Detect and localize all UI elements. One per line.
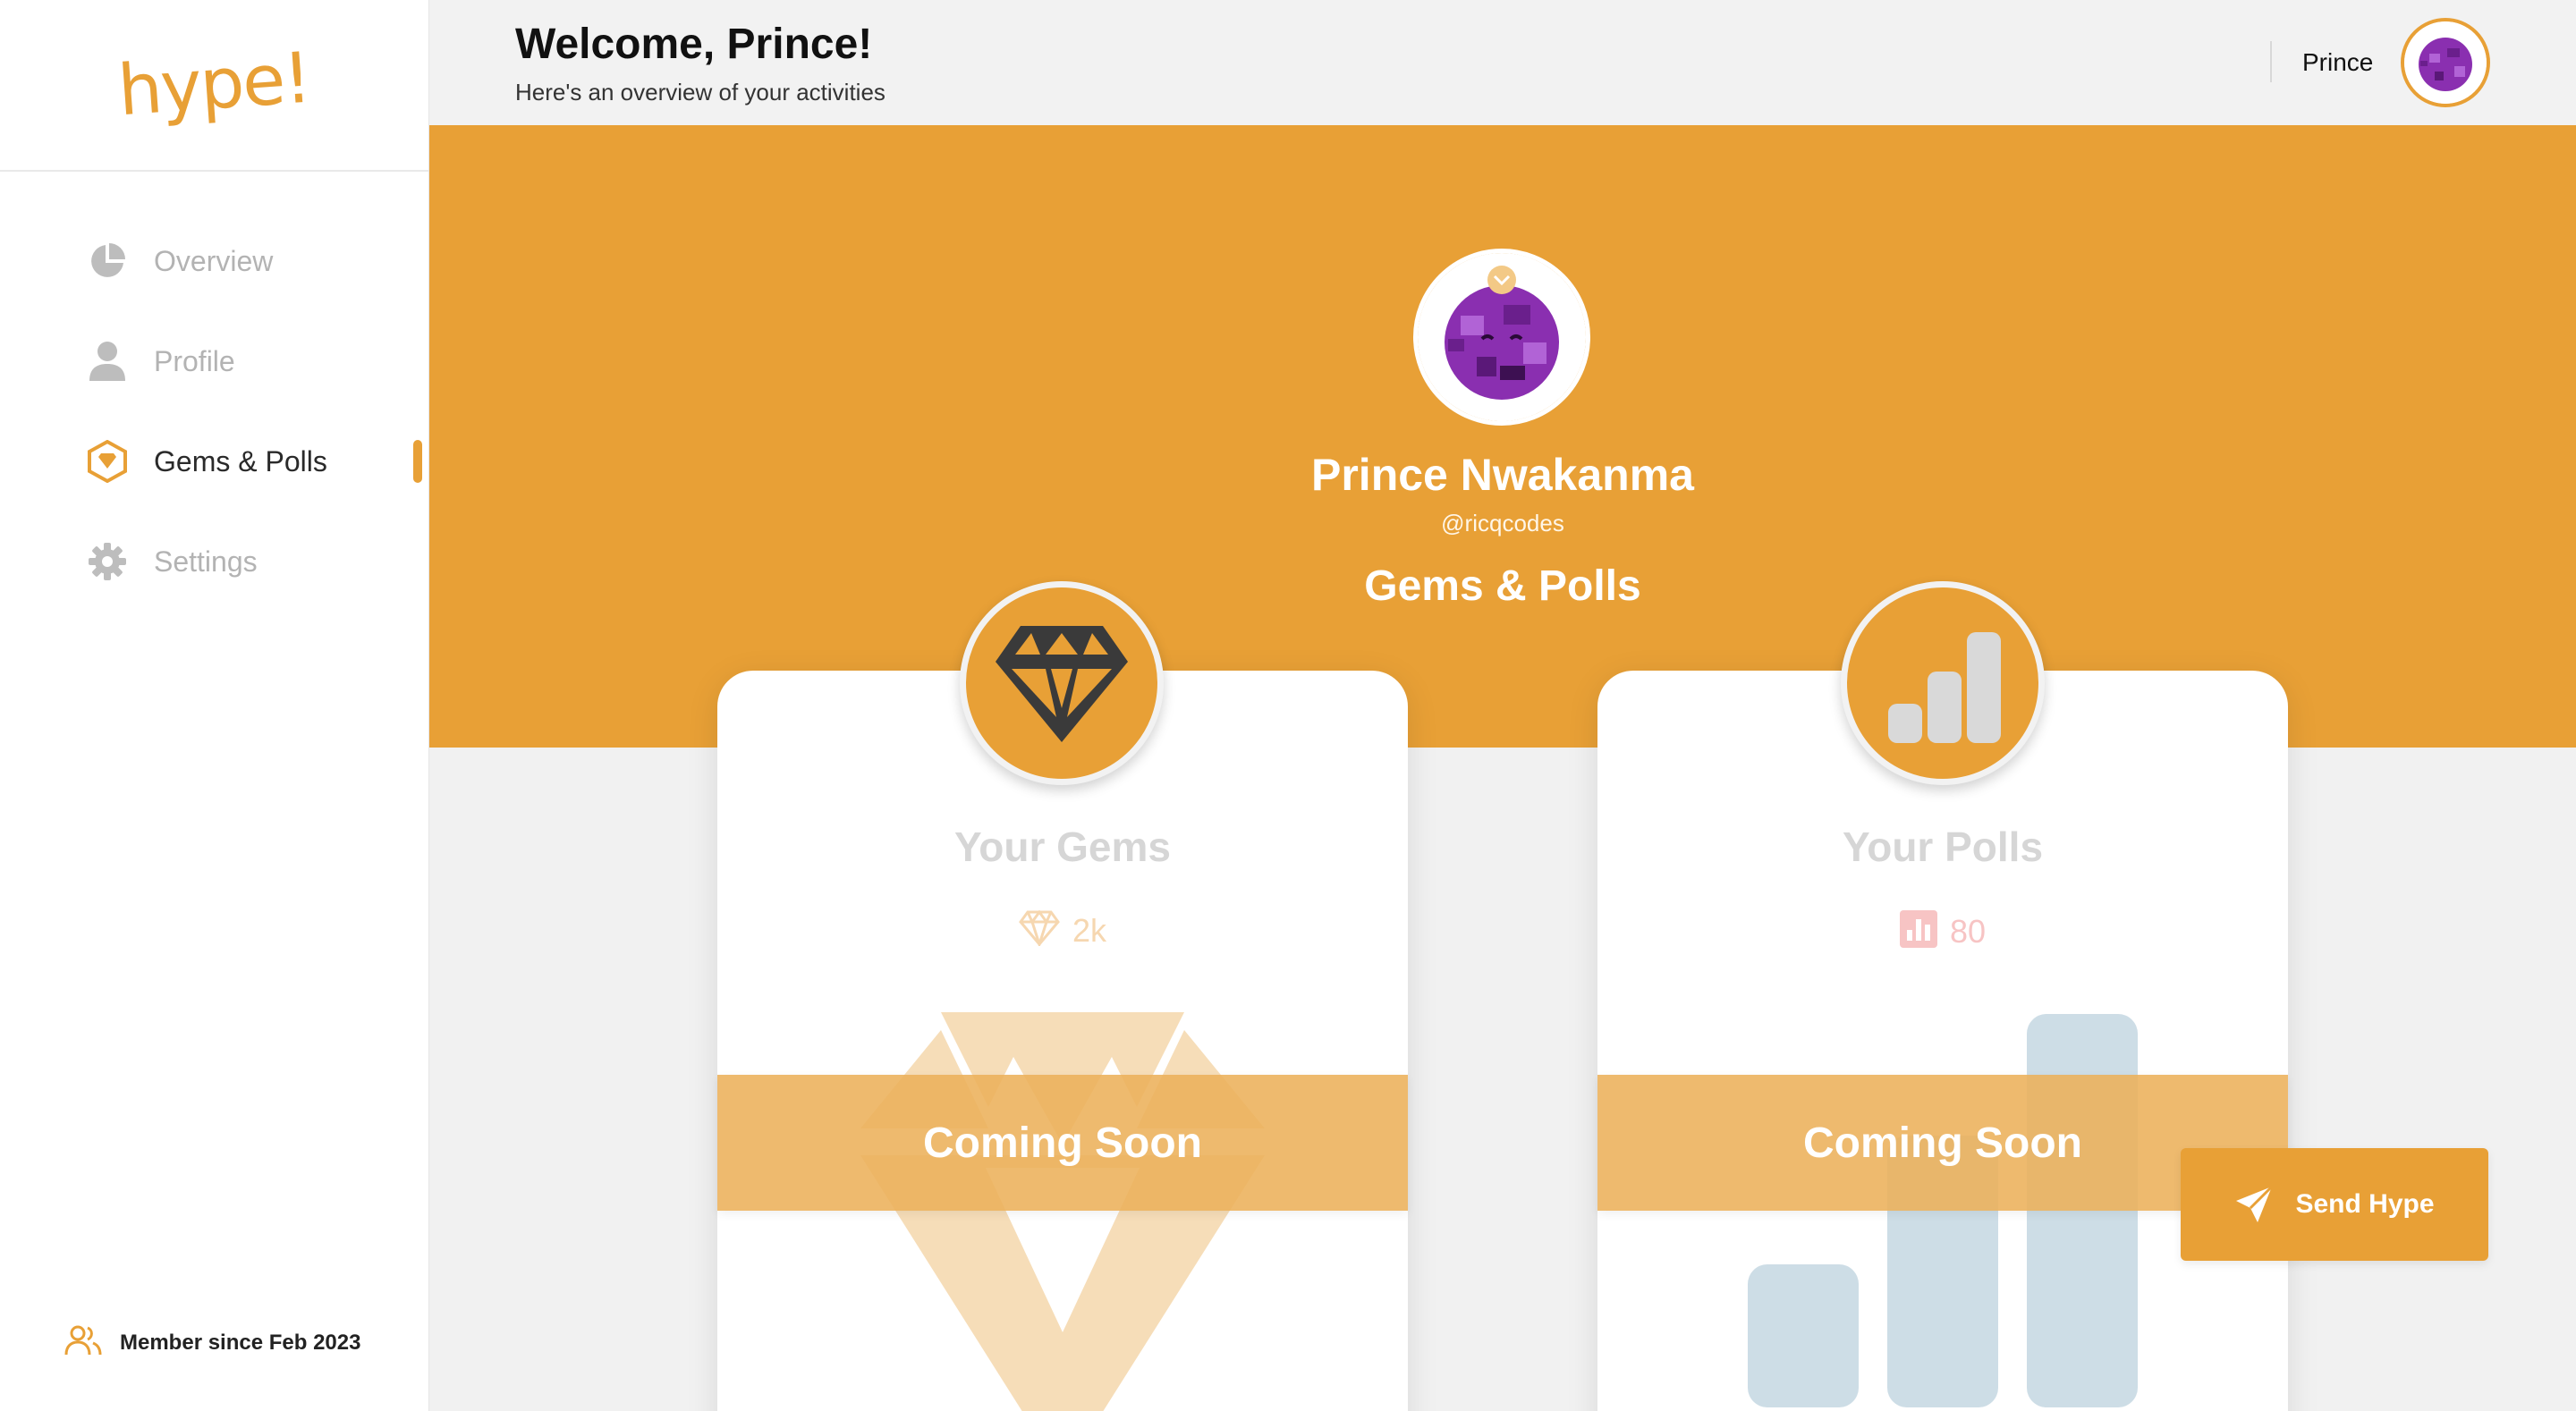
header-divider	[2270, 41, 2272, 82]
sidebar-item-label: Settings	[154, 545, 258, 578]
sidebar-item-profile[interactable]: Profile	[0, 311, 429, 411]
sidebar-item-gems-polls[interactable]: Gems & Polls	[0, 411, 429, 511]
polls-badge	[1841, 581, 2045, 785]
member-since: Member since Feb 2023	[64, 1324, 360, 1361]
header-username[interactable]: Prince	[2302, 48, 2373, 77]
avatar[interactable]	[2401, 18, 2490, 107]
send-hype-button[interactable]: Send Hype	[2181, 1148, 2488, 1261]
gems-badge	[960, 581, 1164, 785]
sidebar-nav: Overview Profile Gems & Polls Settings	[0, 211, 429, 612]
top-header: Welcome, Prince! Here's an overview of y…	[429, 0, 2576, 125]
active-indicator	[413, 440, 422, 483]
gear-icon	[86, 540, 129, 583]
send-hype-label: Send Hype	[2295, 1189, 2435, 1219]
gem-badge-icon	[86, 440, 129, 483]
users-icon	[64, 1324, 102, 1361]
pie-chart-icon	[86, 240, 129, 283]
user-icon	[86, 340, 129, 383]
gems-coming-soon-banner: Coming Soon	[717, 1075, 1408, 1211]
profile-avatar	[1413, 249, 1590, 426]
bar-chart-icon	[1888, 632, 2001, 743]
member-since-text: Member since Feb 2023	[120, 1330, 361, 1355]
diamond-icon	[996, 626, 1128, 742]
sidebar: hype! Overview Profile Gems & Polls Sett…	[0, 0, 429, 1411]
page-title: Welcome, Prince!	[515, 21, 873, 68]
profile-name: Prince Nwakanma	[1311, 450, 1694, 500]
sidebar-item-settings[interactable]: Settings	[0, 511, 429, 612]
logo[interactable]: hype!	[115, 38, 312, 132]
sidebar-item-overview[interactable]: Overview	[0, 211, 429, 311]
page-subtitle: Here's an overview of your activities	[515, 79, 886, 106]
sidebar-item-label: Profile	[154, 344, 235, 377]
logo-area: hype!	[0, 0, 428, 172]
sidebar-item-label: Overview	[154, 244, 274, 277]
profile-banner: Prince Nwakanma @ricqcodes Gems & Polls	[429, 125, 2576, 748]
profile-handle: @ricqcodes	[1441, 510, 1564, 537]
sidebar-item-label: Gems & Polls	[154, 444, 327, 477]
section-title: Gems & Polls	[1364, 562, 1641, 610]
send-icon	[2234, 1185, 2274, 1224]
